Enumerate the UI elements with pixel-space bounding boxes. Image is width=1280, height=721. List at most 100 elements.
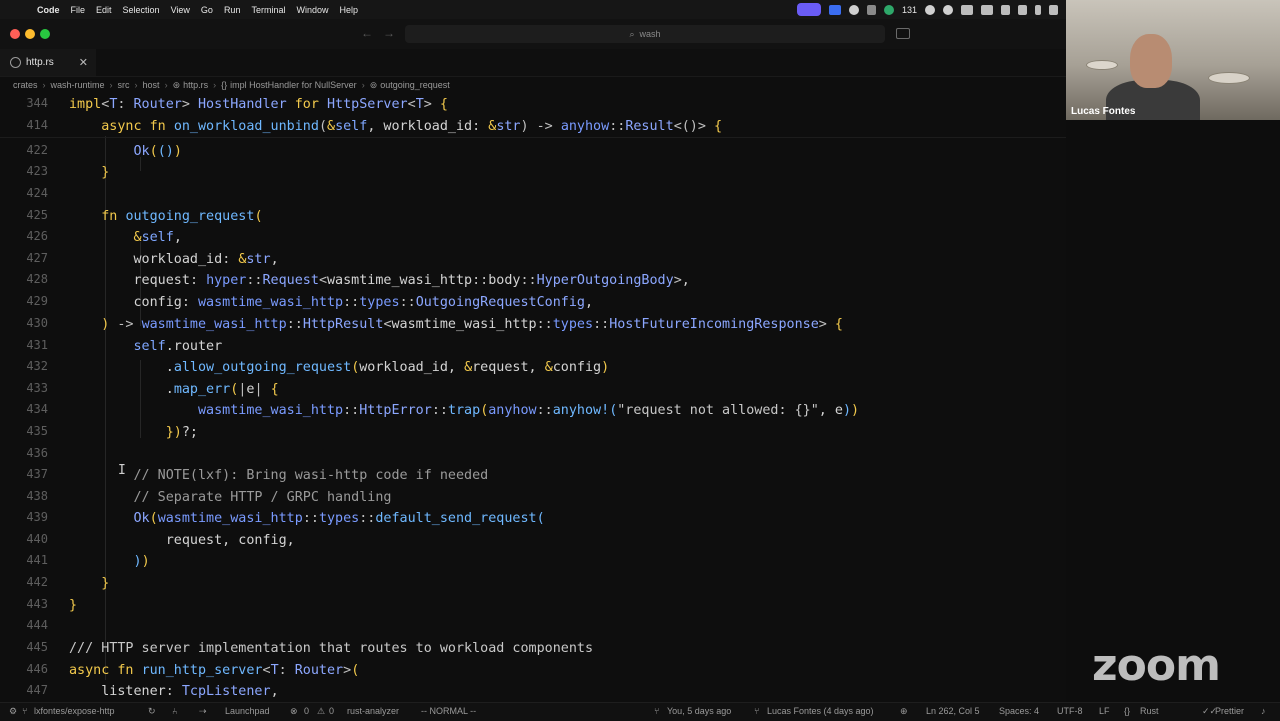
forward-arrow-icon[interactable]: → bbox=[383, 26, 395, 40]
code-line[interactable]: 442 } bbox=[0, 573, 1066, 594]
error-count[interactable]: 0 bbox=[304, 706, 309, 716]
code-line[interactable]: 438 // Separate HTTP / GRPC handling bbox=[0, 487, 1066, 508]
code-line[interactable]: 439 Ok(wasmtime_wasi_http::types::defaul… bbox=[0, 508, 1066, 529]
code-text: wasmtime_wasi_http::HttpError::trap(anyh… bbox=[198, 403, 860, 418]
launchpad-label[interactable]: Launchpad bbox=[225, 706, 270, 716]
lsp-status[interactable]: rust-analyzer bbox=[347, 706, 399, 716]
remote-icon[interactable]: ⚙ bbox=[9, 706, 17, 717]
code-line[interactable]: 437 // NOTE(lxf): Bring wasi-http code i… bbox=[0, 465, 1066, 486]
line-number: 425 bbox=[26, 208, 48, 222]
menu-terminal[interactable]: Terminal bbox=[251, 5, 285, 15]
screen-share-icon[interactable] bbox=[796, 3, 821, 16]
breadcrumb-item[interactable]: src bbox=[118, 80, 130, 90]
code-line[interactable]: 432 .allow_outgoing_request(workload_id,… bbox=[0, 357, 1066, 378]
code-line[interactable]: 446 async fn run_http_server<T: Router>( bbox=[0, 660, 1066, 681]
menu-file[interactable]: File bbox=[71, 5, 86, 15]
code-text: } bbox=[69, 598, 78, 613]
bluetooth-icon[interactable] bbox=[1035, 4, 1041, 15]
menu-bar-tray: 131 bbox=[796, 0, 1058, 19]
breadcrumb-item[interactable]: wash-runtime bbox=[51, 80, 105, 90]
indentation[interactable]: Spaces: 4 bbox=[999, 706, 1039, 716]
code-line[interactable]: 425 fn outgoing_request( bbox=[0, 206, 1066, 227]
blame-self[interactable]: You, 5 days ago bbox=[667, 706, 731, 716]
menu-selection[interactable]: Selection bbox=[123, 5, 160, 15]
close-window-button[interactable] bbox=[10, 29, 20, 39]
battery-icon[interactable] bbox=[1001, 4, 1010, 15]
cursor-position[interactable]: Ln 262, Col 5 bbox=[926, 706, 980, 716]
error-icon: ⊗ bbox=[290, 706, 298, 716]
code-line[interactable]: 445 /// HTTP server implementation that … bbox=[0, 638, 1066, 659]
code-line[interactable]: 434 wasmtime_wasi_http::HttpError::trap(… bbox=[0, 400, 1066, 421]
line-number: 432 bbox=[26, 359, 48, 373]
menu-window[interactable]: Window bbox=[296, 5, 328, 15]
breadcrumb-item[interactable]: crates bbox=[13, 80, 38, 90]
breadcrumb-item[interactable]: http.rs bbox=[183, 80, 208, 90]
volume-icon[interactable] bbox=[1049, 4, 1058, 15]
copilot-icon[interactable] bbox=[896, 28, 910, 39]
grammarly-icon[interactable] bbox=[883, 4, 894, 15]
code-line[interactable]: 436 bbox=[0, 444, 1066, 465]
code-line[interactable]: 430 ) -> wasmtime_wasi_http::HttpResult<… bbox=[0, 314, 1066, 335]
code-line[interactable]: 344 impl<T: Router> HostHandler for Http… bbox=[0, 94, 1066, 115]
code-line[interactable]: 428 request: hyper::Request<wasmtime_was… bbox=[0, 270, 1066, 291]
command-center-search[interactable]: ⌕ wash bbox=[405, 25, 885, 43]
zoom-in-icon[interactable]: ⊕ bbox=[900, 706, 908, 717]
git-branch[interactable]: lxfontes/expose-http bbox=[34, 706, 115, 716]
code-line[interactable]: 444 bbox=[0, 616, 1066, 637]
code-text: self.router bbox=[133, 339, 223, 354]
code-line[interactable]: 447 listener: TcpListener, bbox=[0, 681, 1066, 702]
code-line[interactable]: 414 async fn on_workload_unbind(&self, w… bbox=[0, 116, 1066, 137]
breadcrumb-item[interactable]: outgoing_request bbox=[380, 80, 450, 90]
code-line[interactable]: 429 config: wasmtime_wasi_http::types::O… bbox=[0, 292, 1066, 313]
chatgpt-icon[interactable] bbox=[925, 4, 935, 15]
code-line[interactable]: 427 workload_id: &str, bbox=[0, 249, 1066, 270]
headphones-icon[interactable] bbox=[961, 4, 973, 15]
code-line[interactable]: 441 )) bbox=[0, 551, 1066, 572]
chevron-right-icon: › bbox=[164, 80, 168, 90]
breadcrumb-item[interactable]: impl HostHandler for NullServer bbox=[230, 80, 357, 90]
line-ending[interactable]: LF bbox=[1099, 706, 1110, 716]
bell-icon[interactable]: ♪ bbox=[1261, 706, 1266, 716]
code-line[interactable]: 424 bbox=[0, 184, 1066, 205]
formatter[interactable]: Prettier bbox=[1215, 706, 1244, 716]
code-line[interactable]: 435 })?; bbox=[0, 422, 1066, 443]
code-line[interactable]: 433 .map_err(|e| { bbox=[0, 379, 1066, 400]
close-tab-icon[interactable]: ✕ bbox=[79, 56, 88, 69]
grid-dots-icon[interactable] bbox=[866, 4, 876, 15]
display-icon[interactable] bbox=[981, 4, 993, 15]
command-center-text: wash bbox=[639, 29, 661, 39]
menu-edit[interactable]: Edit bbox=[96, 5, 112, 15]
blame-author[interactable]: Lucas Fontes (4 days ago) bbox=[767, 706, 874, 716]
participant-video[interactable] bbox=[1066, 0, 1280, 120]
warning-count[interactable]: 0 bbox=[329, 706, 334, 716]
sync-icon[interactable]: ↻ bbox=[148, 706, 156, 717]
globe-icon[interactable] bbox=[848, 4, 859, 15]
code-line[interactable]: 422 Ok(()) bbox=[0, 141, 1066, 162]
minimize-window-button[interactable] bbox=[25, 29, 35, 39]
code-line[interactable]: 423 } bbox=[0, 162, 1066, 183]
maximize-window-button[interactable] bbox=[40, 29, 50, 39]
tools-icon[interactable] bbox=[1018, 4, 1027, 15]
zoom-tray-icon[interactable] bbox=[828, 4, 841, 15]
language-mode[interactable]: Rust bbox=[1140, 706, 1159, 716]
menu-run[interactable]: Run bbox=[224, 5, 241, 15]
menu-app-name[interactable]: Code bbox=[37, 5, 60, 15]
code-line[interactable]: 431 self.router bbox=[0, 336, 1066, 357]
line-number: 431 bbox=[26, 338, 48, 352]
encoding[interactable]: UTF-8 bbox=[1057, 706, 1083, 716]
menu-view[interactable]: View bbox=[171, 5, 190, 15]
code-line[interactable]: 426 &self, bbox=[0, 227, 1066, 248]
breadcrumb-item[interactable]: host bbox=[143, 80, 160, 90]
source-control-icon[interactable]: ⑃ bbox=[172, 706, 177, 716]
line-number: 426 bbox=[26, 229, 48, 243]
code-text: request: hyper::Request<wasmtime_wasi_ht… bbox=[69, 273, 690, 288]
line-number: 442 bbox=[26, 575, 48, 589]
record-icon[interactable] bbox=[943, 4, 953, 15]
code-editor[interactable]: 344 impl<T: Router> HostHandler for Http… bbox=[0, 94, 1066, 702]
code-line[interactable]: 443 } bbox=[0, 595, 1066, 616]
menu-go[interactable]: Go bbox=[201, 5, 213, 15]
menu-help[interactable]: Help bbox=[339, 5, 358, 15]
back-arrow-icon[interactable]: ← bbox=[361, 26, 373, 40]
tab-http-rs[interactable]: http.rs ✕ bbox=[0, 49, 96, 76]
code-line[interactable]: 440 request, config, bbox=[0, 530, 1066, 551]
